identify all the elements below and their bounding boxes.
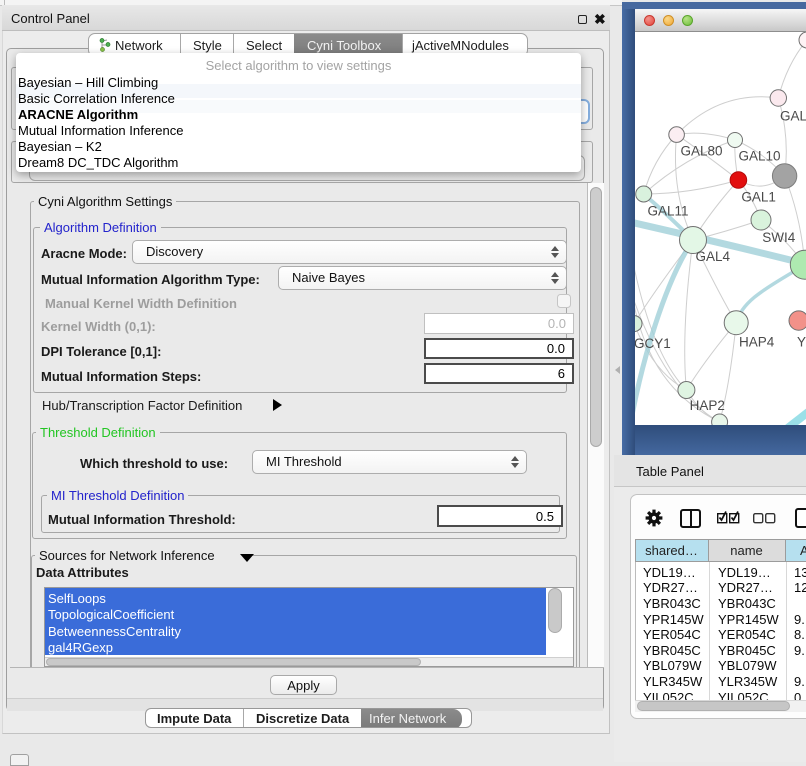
svg-text:HAP2: HAP2 <box>690 398 725 413</box>
svg-text:GAL11: GAL11 <box>647 203 688 218</box>
svg-text:GAL1: GAL1 <box>741 189 776 204</box>
svg-text:GCY1: GCY1 <box>635 336 671 351</box>
svg-text:GAL10: GAL10 <box>738 148 780 163</box>
svg-text:GAL4: GAL4 <box>696 249 731 264</box>
svg-text:SWI4: SWI4 <box>762 230 795 245</box>
svg-text:GAL80: GAL80 <box>680 143 722 158</box>
svg-text:YJL: YJL <box>797 334 806 349</box>
svg-text:GAL7: GAL7 <box>780 108 806 123</box>
svg-text:HAP4: HAP4 <box>739 334 775 349</box>
